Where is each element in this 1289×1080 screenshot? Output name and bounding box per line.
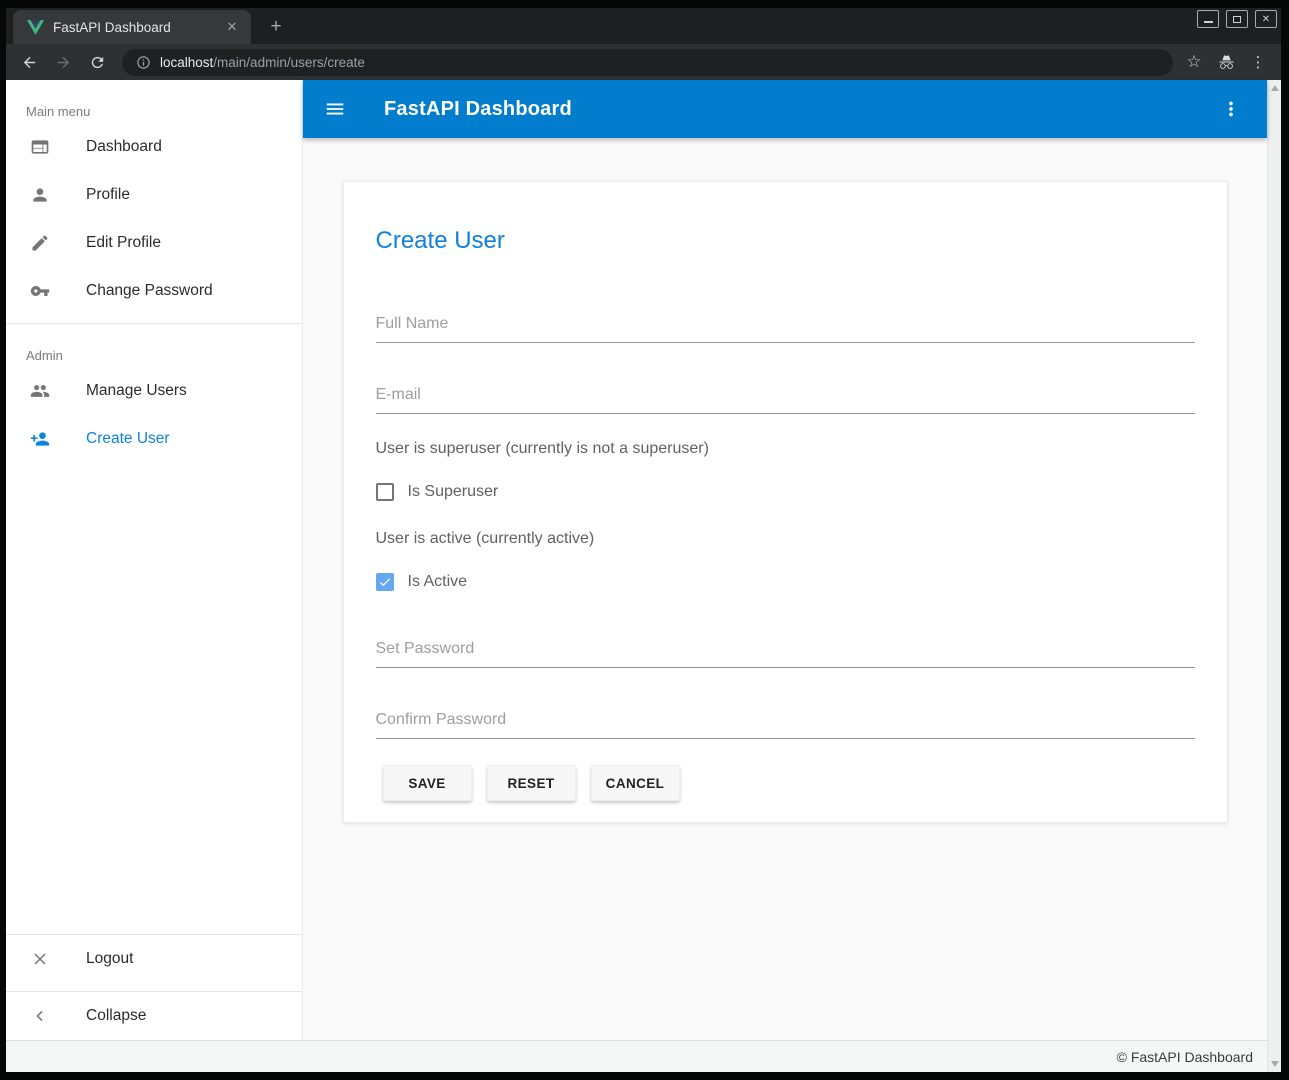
url-host: localhost — [160, 55, 213, 70]
cancel-button[interactable]: CANCEL — [591, 765, 680, 801]
superuser-hint: User is superuser (currently is not a su… — [376, 440, 1195, 458]
email-field-wrap — [376, 379, 1195, 414]
sidebar-section-admin: Admin — [6, 324, 302, 367]
active-hint: User is active (currently active) — [376, 530, 1195, 548]
sidebar-item-label: Change Password — [86, 282, 213, 300]
back-icon — [21, 54, 38, 71]
sidebar-item-create-user[interactable]: Create User — [6, 415, 302, 463]
new-tab-button[interactable]: + — [264, 16, 288, 40]
full-name-field-wrap — [376, 308, 1195, 343]
active-checkbox-row[interactable]: Is Active — [376, 573, 1195, 591]
minimize-button[interactable] — [1197, 10, 1219, 28]
email-input[interactable] — [376, 379, 1195, 414]
page-info-icon[interactable] — [136, 55, 151, 70]
sidebar: Main menu Dashboard Profile — [6, 80, 303, 1040]
sidebar-item-collapse[interactable]: Collapse — [6, 992, 302, 1040]
copyright-text: © FastAPI Dashboard — [1117, 1049, 1253, 1065]
url-text: localhost/main/admin/users/create — [160, 55, 365, 70]
browser-toolbar: localhost/main/admin/users/create ☆ ⋮ — [6, 44, 1281, 80]
maximize-icon — [1233, 16, 1241, 23]
scroll-down-icon[interactable] — [1271, 1061, 1279, 1067]
sidebar-item-label: Dashboard — [86, 138, 162, 156]
window-controls: ✕ — [1197, 10, 1277, 28]
vue-favicon-icon — [27, 20, 44, 35]
reset-button[interactable]: RESET — [487, 765, 576, 801]
incognito-icon — [1218, 54, 1235, 71]
set-password-field-wrap — [376, 633, 1195, 668]
create-user-card: Create User User is superuser (currently… — [343, 181, 1228, 823]
sidebar-item-manage-users[interactable]: Manage Users — [6, 367, 302, 415]
address-bar[interactable]: localhost/main/admin/users/create — [122, 49, 1173, 76]
tab-close-icon[interactable]: ✕ — [223, 18, 241, 36]
sidebar-item-dashboard[interactable]: Dashboard — [6, 123, 302, 171]
app-bar: FastAPI Dashboard — [303, 80, 1267, 138]
back-button[interactable] — [16, 49, 42, 75]
superuser-checkbox[interactable] — [376, 483, 394, 501]
checkmark-icon — [378, 575, 392, 589]
superuser-checkbox-label: Is Superuser — [408, 483, 499, 501]
browser-menu-button[interactable]: ⋮ — [1245, 49, 1271, 75]
page-viewport: Main menu Dashboard Profile — [6, 80, 1281, 1072]
person-icon — [30, 185, 50, 205]
close-icon — [30, 949, 50, 969]
confirm-password-input[interactable] — [376, 704, 1195, 739]
full-name-input[interactable] — [376, 308, 1195, 343]
superuser-checkbox-row[interactable]: Is Superuser — [376, 483, 1195, 501]
hamburger-icon — [324, 98, 346, 120]
browser-window: FastAPI Dashboard ✕ + ✕ localhost/main/a… — [0, 0, 1289, 1080]
people-icon — [30, 381, 50, 401]
page-scrollbar[interactable] — [1267, 80, 1281, 1072]
close-window-button[interactable]: ✕ — [1255, 10, 1277, 28]
app-bar-menu-button[interactable] — [1211, 89, 1251, 129]
main-content: FastAPI Dashboard Create User — [303, 80, 1267, 1040]
form-buttons: SAVE RESET CANCEL — [383, 765, 1195, 801]
sidebar-item-label: Logout — [86, 950, 133, 968]
hamburger-menu-button[interactable] — [315, 89, 355, 129]
page-footer: © FastAPI Dashboard — [6, 1040, 1267, 1072]
reload-icon — [89, 54, 106, 71]
reload-button[interactable] — [84, 49, 110, 75]
confirm-password-field-wrap — [376, 704, 1195, 739]
active-checkbox[interactable] — [376, 573, 394, 591]
kebab-icon — [1220, 98, 1242, 120]
sidebar-item-logout[interactable]: Logout — [6, 935, 302, 983]
key-icon — [30, 281, 50, 301]
sidebar-item-edit-profile[interactable]: Edit Profile — [6, 219, 302, 267]
browser-tab[interactable]: FastAPI Dashboard ✕ — [13, 10, 251, 44]
dashboard-icon — [30, 137, 50, 157]
sidebar-spacer — [6, 463, 302, 926]
sidebar-item-label: Profile — [86, 186, 130, 204]
chevron-left-icon — [30, 1006, 50, 1026]
forward-button[interactable] — [50, 49, 76, 75]
bookmark-star-button[interactable]: ☆ — [1181, 49, 1207, 75]
tab-strip: FastAPI Dashboard ✕ + ✕ — [6, 8, 1281, 44]
url-path: /main/admin/users/create — [213, 55, 365, 70]
active-checkbox-label: Is Active — [408, 573, 468, 591]
sidebar-item-label: Collapse — [86, 1007, 146, 1025]
pencil-icon — [30, 233, 50, 253]
incognito-avatar-button[interactable] — [1213, 49, 1239, 75]
sidebar-item-label: Create User — [86, 430, 170, 448]
maximize-button[interactable] — [1226, 10, 1248, 28]
page-title: Create User — [376, 226, 1195, 256]
forward-icon — [55, 54, 72, 71]
sidebar-item-label: Edit Profile — [86, 234, 161, 252]
person-add-icon — [30, 429, 50, 449]
tab-title: FastAPI Dashboard — [53, 20, 214, 35]
content-body: Create User User is superuser (currently… — [303, 138, 1267, 1040]
sidebar-item-profile[interactable]: Profile — [6, 171, 302, 219]
minimize-icon — [1204, 21, 1213, 23]
sidebar-section-main-menu: Main menu — [6, 80, 302, 123]
toolbar-right: ☆ ⋮ — [1181, 49, 1271, 75]
sidebar-item-change-password[interactable]: Change Password — [6, 267, 302, 315]
set-password-input[interactable] — [376, 633, 1195, 668]
app-bar-title: FastAPI Dashboard — [384, 98, 1211, 121]
sidebar-item-label: Manage Users — [86, 382, 187, 400]
save-button[interactable]: SAVE — [383, 765, 472, 801]
scroll-up-icon[interactable] — [1271, 85, 1279, 91]
